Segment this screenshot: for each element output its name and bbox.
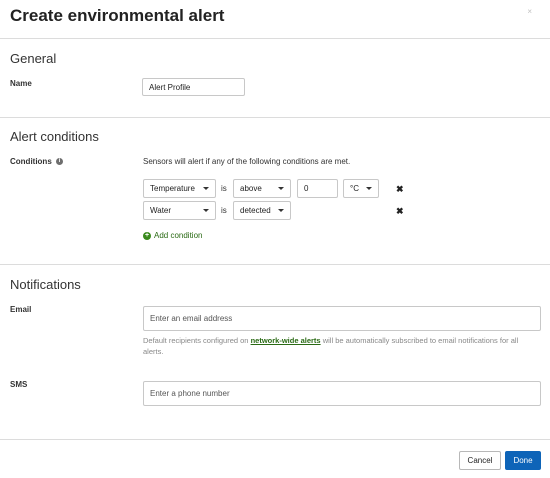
chevron-down-icon [366, 187, 372, 190]
info-icon[interactable]: i [56, 158, 64, 166]
is-text: is [221, 184, 227, 193]
metric-select[interactable]: Temperature [143, 179, 216, 198]
chevron-down-icon [203, 187, 209, 190]
sms-input[interactable]: Enter a phone number [143, 381, 541, 406]
create-alert-dialog: Create environmental alert × General Nam… [0, 0, 550, 478]
remove-condition-icon[interactable]: ✖ [396, 184, 404, 195]
add-condition-button[interactable]: + Add condition [143, 231, 202, 240]
metric-select-value: Water [150, 206, 172, 215]
divider [0, 117, 550, 118]
conditions-label-wrap: Conditions i [10, 157, 64, 166]
chevron-down-icon [278, 187, 284, 190]
operator-select[interactable]: detected [233, 201, 291, 220]
is-text: is [221, 206, 227, 215]
dialog-header: Create environmental alert × [0, 0, 550, 39]
network-wide-alerts-link[interactable]: network-wide alerts [251, 336, 321, 345]
helper-prefix: Default recipients configured on [143, 336, 251, 345]
name-input[interactable]: Alert Profile [142, 78, 245, 96]
conditions-intro: Sensors will alert if any of the followi… [143, 157, 351, 166]
divider [0, 264, 550, 265]
metric-select[interactable]: Water [143, 201, 216, 220]
name-label: Name [10, 79, 32, 88]
email-input[interactable]: Enter an email address [143, 306, 541, 331]
chevron-down-icon [278, 209, 284, 212]
conditions-label: Conditions [10, 157, 52, 166]
alert-conditions-heading: Alert conditions [10, 129, 99, 144]
close-icon[interactable]: × [527, 7, 532, 16]
plus-circle-icon: + [143, 231, 151, 240]
threshold-input[interactable]: 0 [297, 179, 338, 198]
remove-condition-icon[interactable]: ✖ [396, 206, 404, 217]
email-helper-text: Default recipients configured on network… [143, 335, 533, 357]
dialog-title: Create environmental alert [10, 6, 225, 25]
cancel-button[interactable]: Cancel [459, 451, 501, 470]
general-heading: General [10, 51, 57, 66]
operator-select-value: detected [240, 206, 271, 215]
add-condition-label: Add condition [154, 231, 203, 240]
chevron-down-icon [203, 209, 209, 212]
notifications-heading: Notifications [10, 277, 81, 292]
operator-select-value: above [240, 184, 262, 193]
unit-select[interactable]: °C [343, 179, 379, 198]
unit-select-value: °C [350, 184, 359, 193]
done-button[interactable]: Done [505, 451, 541, 470]
sms-label: SMS [10, 380, 28, 389]
email-label: Email [10, 305, 32, 314]
metric-select-value: Temperature [150, 184, 195, 193]
divider [0, 439, 550, 440]
operator-select[interactable]: above [233, 179, 291, 198]
